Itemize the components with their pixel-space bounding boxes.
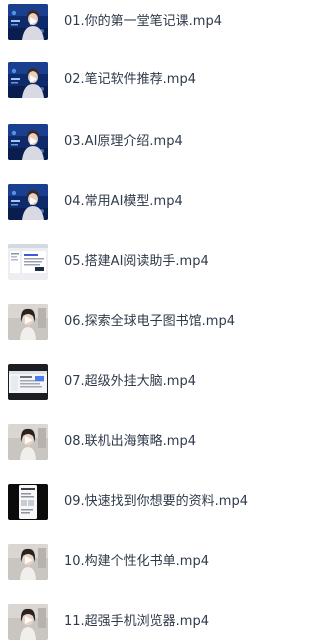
file-name: 09.快速找到你想要的资料.mp4 bbox=[64, 494, 248, 509]
file-row[interactable]: 05.搭建AI阅读助手.mp4 bbox=[0, 240, 304, 284]
file-row[interactable]: 07.超级外挂大脑.mp4 bbox=[0, 360, 304, 404]
file-row[interactable]: 11.超强手机浏览器.mp4 bbox=[0, 600, 304, 644]
file-name: 01.你的第一堂笔记课.mp4 bbox=[64, 14, 222, 29]
file-name: 10.构建个性化书单.mp4 bbox=[64, 554, 209, 569]
app-window-thumbnail bbox=[8, 364, 48, 400]
file-row[interactable]: 01.你的第一堂笔记课.mp4 bbox=[0, 0, 304, 44]
file-row[interactable]: 02.笔记软件推荐.mp4 bbox=[0, 58, 304, 102]
file-name: 06.探索全球电子图书馆.mp4 bbox=[64, 314, 235, 329]
file-name: 03.AI原理介绍.mp4 bbox=[64, 134, 183, 149]
presenter-blue-stage-thumbnail bbox=[8, 4, 48, 40]
file-name: 02.笔记软件推荐.mp4 bbox=[64, 72, 196, 87]
presenter-grey-room-thumbnail bbox=[8, 604, 48, 640]
presenter-blue-stage-thumbnail bbox=[8, 184, 48, 220]
file-row[interactable]: 06.探索全球电子图书馆.mp4 bbox=[0, 300, 304, 344]
file-name: 08.联机出海策略.mp4 bbox=[64, 434, 196, 449]
presenter-blue-stage-thumbnail bbox=[8, 124, 48, 160]
file-name: 04.常用AI模型.mp4 bbox=[64, 194, 183, 209]
file-name: 11.超强手机浏览器.mp4 bbox=[64, 614, 209, 629]
software-screen-thumbnail bbox=[8, 244, 48, 280]
file-row[interactable]: 10.构建个性化书单.mp4 bbox=[0, 540, 304, 584]
video-file-list: 01.你的第一堂笔记课.mp4 02.笔记软件推荐.mp4 03.AI原理介绍.… bbox=[0, 0, 304, 644]
presenter-blue-stage-thumbnail bbox=[8, 62, 48, 98]
file-name: 07.超级外挂大脑.mp4 bbox=[64, 374, 196, 389]
file-row[interactable]: 03.AI原理介绍.mp4 bbox=[0, 120, 304, 164]
presenter-grey-room-thumbnail bbox=[8, 304, 48, 340]
file-row[interactable]: 09.快速找到你想要的资料.mp4 bbox=[0, 480, 304, 524]
presenter-grey-room-thumbnail bbox=[8, 424, 48, 460]
phone-screen-thumbnail bbox=[8, 484, 48, 520]
presenter-grey-room-thumbnail bbox=[8, 544, 48, 580]
file-row[interactable]: 08.联机出海策略.mp4 bbox=[0, 420, 304, 464]
file-name: 05.搭建AI阅读助手.mp4 bbox=[64, 254, 209, 269]
file-row[interactable]: 04.常用AI模型.mp4 bbox=[0, 180, 304, 224]
